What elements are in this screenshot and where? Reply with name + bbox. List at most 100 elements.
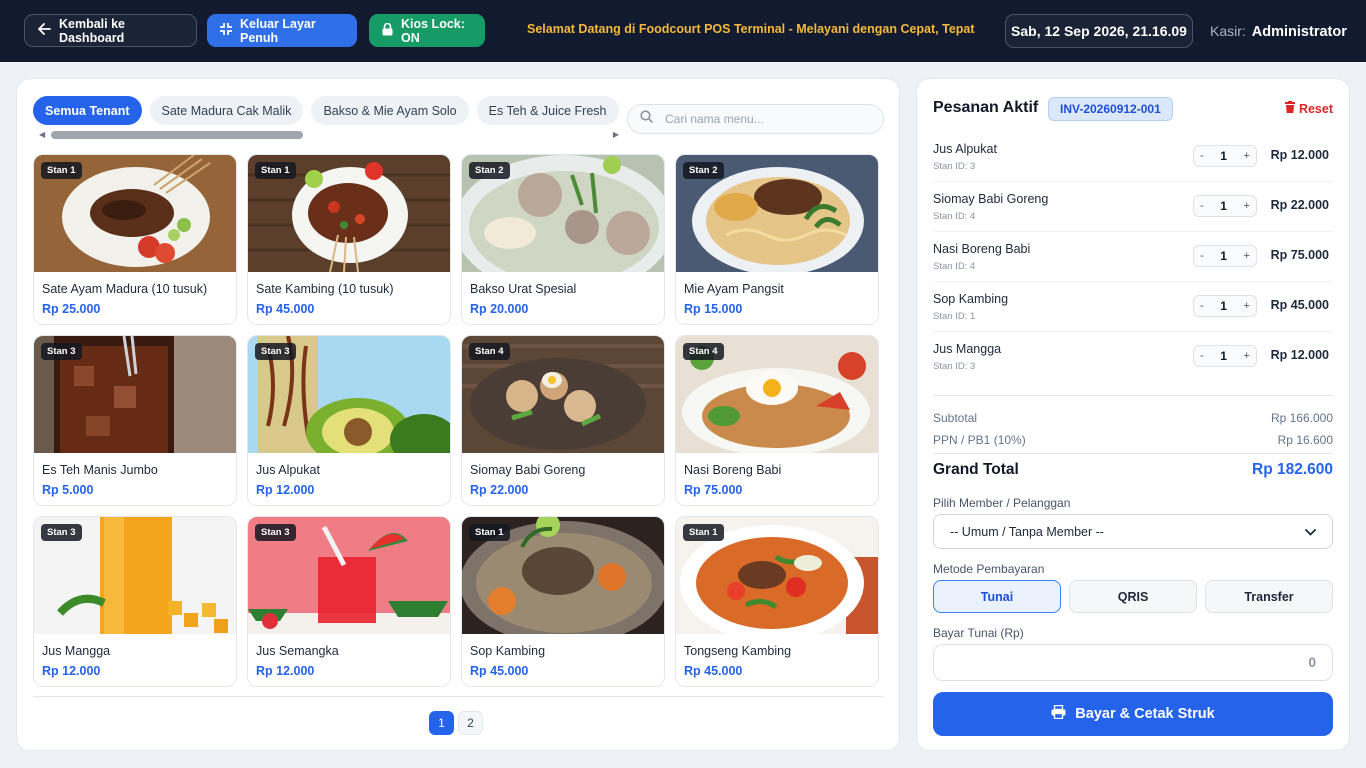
menu-item-name: Sate Kambing (10 tusuk) bbox=[256, 282, 394, 296]
scroll-right-arrow-icon[interactable]: ▶ bbox=[613, 130, 619, 139]
quantity-stepper: - 1 + bbox=[1193, 145, 1257, 167]
menu-item-price: Rp 12.000 bbox=[256, 483, 315, 497]
page-button-2[interactable]: 2 bbox=[458, 711, 483, 735]
food-photo-bakso: Stan 2 bbox=[462, 155, 664, 272]
menu-item-name: Sop Kambing bbox=[470, 644, 546, 658]
stall-badge: Stan 1 bbox=[469, 524, 510, 541]
top-bar: Kembali ke Dashboard Keluar Layar Penuh … bbox=[0, 0, 1366, 62]
decrease-button[interactable]: - bbox=[1200, 250, 1204, 262]
quantity-value: 1 bbox=[1220, 249, 1227, 263]
method-transfer-button[interactable]: Transfer bbox=[1205, 580, 1333, 613]
food-photo-sate-ayam: Stan 1 bbox=[34, 155, 236, 272]
menu-card[interactable]: Stan 4 Nasi Boreng Babi Rp 75.000 bbox=[675, 335, 879, 506]
member-select[interactable]: -- Umum / Tanpa Member -- bbox=[933, 514, 1333, 549]
food-photo-jus-semangka: Stan 3 bbox=[248, 517, 450, 634]
menu-item-name: Es Teh Manis Jumbo bbox=[42, 463, 158, 477]
scrollbar-thumb[interactable] bbox=[51, 131, 303, 139]
pay-print-button[interactable]: Bayar & Cetak Struk bbox=[933, 692, 1333, 736]
tab-sate-madura[interactable]: Sate Madura Cak Malik bbox=[149, 96, 304, 125]
order-item: Sop Kambing Stan ID: 1 - 1 + Rp 45.000 bbox=[933, 282, 1333, 332]
back-to-dashboard-button[interactable]: Kembali ke Dashboard bbox=[24, 14, 197, 47]
reset-label: Reset bbox=[1298, 101, 1333, 116]
reset-button[interactable]: Reset bbox=[1284, 101, 1333, 116]
grand-total-row: Grand Total Rp 182.600 bbox=[933, 461, 1333, 479]
menu-card[interactable]: Stan 3 Jus Mangga Rp 12.000 bbox=[33, 516, 237, 687]
stall-badge: Stan 1 bbox=[683, 524, 724, 541]
menu-search[interactable] bbox=[627, 104, 884, 134]
cash-input[interactable]: 0 bbox=[933, 644, 1333, 681]
quantity-stepper: - 1 + bbox=[1193, 195, 1257, 217]
stall-badge: Stan 2 bbox=[683, 162, 724, 179]
menu-card[interactable]: Stan 1 Tongseng Kambing Rp 45.000 bbox=[675, 516, 879, 687]
menu-item-name: Sate Ayam Madura (10 tusuk) bbox=[42, 282, 208, 296]
payment-methods: Tunai QRIS Transfer bbox=[933, 580, 1333, 613]
increase-button[interactable]: + bbox=[1244, 150, 1250, 162]
menu-card[interactable]: Stan 3 Jus Alpukat Rp 12.000 bbox=[247, 335, 451, 506]
menu-item-name: Nasi Boreng Babi bbox=[684, 463, 782, 477]
food-photo-sop-kambing: Stan 1 bbox=[462, 517, 664, 634]
order-item-price: Rp 75.000 bbox=[1270, 248, 1329, 262]
arrow-left-icon bbox=[38, 23, 51, 38]
menu-item-name: Siomay Babi Goreng bbox=[470, 463, 586, 477]
order-item-price: Rp 12.000 bbox=[1270, 348, 1329, 362]
order-item-stall: Stan ID: 3 bbox=[933, 161, 976, 172]
exit-fullscreen-label: Keluar Layar Penuh bbox=[240, 16, 316, 45]
kiosk-lock-button[interactable]: Kios Lock: ON bbox=[369, 14, 485, 47]
quantity-value: 1 bbox=[1220, 299, 1227, 313]
tax-row: PPN / PB1 (10%) Rp 16.600 bbox=[933, 433, 1333, 447]
quantity-stepper: - 1 + bbox=[1193, 345, 1257, 367]
welcome-marquee: Selamat Datang di Foodcourt POS Terminal… bbox=[527, 22, 975, 36]
menu-card[interactable]: Stan 2 Bakso Urat Spesial Rp 20.000 bbox=[461, 154, 665, 325]
order-item: Jus Alpukat Stan ID: 3 - 1 + Rp 12.000 bbox=[933, 132, 1333, 182]
increase-button[interactable]: + bbox=[1244, 250, 1250, 262]
menu-panel: Semua Tenant Sate Madura Cak Malik Bakso… bbox=[16, 78, 900, 751]
chevron-down-icon bbox=[1305, 525, 1316, 539]
increase-button[interactable]: + bbox=[1244, 200, 1250, 212]
menu-card[interactable]: Stan 1 Sate Ayam Madura (10 tusuk) Rp 25… bbox=[33, 154, 237, 325]
tab-es-teh-juice[interactable]: Es Teh & Juice Fresh bbox=[476, 96, 619, 125]
menu-card[interactable]: Stan 1 Sop Kambing Rp 45.000 bbox=[461, 516, 665, 687]
increase-button[interactable]: + bbox=[1244, 350, 1250, 362]
scroll-left-arrow-icon[interactable]: ◀ bbox=[39, 130, 45, 139]
menu-item-price: Rp 75.000 bbox=[684, 483, 743, 497]
trash-icon bbox=[1284, 101, 1295, 116]
menu-card[interactable]: Stan 1 Sate Kambing (10 tusuk) Rp 45.000 bbox=[247, 154, 451, 325]
menu-card[interactable]: Stan 4 Siomay Babi Goreng Rp 22.000 bbox=[461, 335, 665, 506]
menu-item-name: Bakso Urat Spesial bbox=[470, 282, 577, 296]
tabs-scrollbar[interactable]: ◀ ▶ bbox=[33, 129, 619, 139]
invoice-badge: INV-20260912-001 bbox=[1048, 97, 1173, 121]
order-item-price: Rp 22.000 bbox=[1270, 198, 1329, 212]
grand-total-value: Rp 182.600 bbox=[1252, 461, 1333, 478]
menu-card[interactable]: Stan 3 Es Teh Manis Jumbo Rp 5.000 bbox=[33, 335, 237, 506]
stall-badge: Stan 1 bbox=[41, 162, 82, 179]
order-item-price: Rp 45.000 bbox=[1270, 298, 1329, 312]
menu-card[interactable]: Stan 3 Jus Semangka Rp 12.000 bbox=[247, 516, 451, 687]
menu-item-price: Rp 45.000 bbox=[684, 664, 743, 678]
food-photo-jus-mangga: Stan 3 bbox=[34, 517, 236, 634]
increase-button[interactable]: + bbox=[1244, 300, 1250, 312]
method-qris-button[interactable]: QRIS bbox=[1069, 580, 1197, 613]
order-item-stall: Stan ID: 4 bbox=[933, 261, 976, 272]
menu-item-price: Rp 12.000 bbox=[42, 664, 101, 678]
stall-badge: Stan 4 bbox=[469, 343, 510, 360]
search-input[interactable] bbox=[665, 112, 865, 126]
tenant-tabs: Semua Tenant Sate Madura Cak Malik Bakso… bbox=[33, 96, 619, 141]
decrease-button[interactable]: - bbox=[1200, 150, 1204, 162]
menu-card[interactable]: Stan 2 Mie Ayam Pangsit Rp 15.000 bbox=[675, 154, 879, 325]
cashier-info: Kasir: Administrator bbox=[1210, 23, 1347, 40]
quantity-stepper: - 1 + bbox=[1193, 295, 1257, 317]
order-item-stall: Stan ID: 3 bbox=[933, 361, 976, 372]
printer-icon bbox=[1051, 704, 1066, 723]
tab-bakso-mie-ayam[interactable]: Bakso & Mie Ayam Solo bbox=[311, 96, 469, 125]
tab-all-tenants[interactable]: Semua Tenant bbox=[33, 96, 142, 125]
food-photo-es-teh: Stan 3 bbox=[34, 336, 236, 453]
page-button-1[interactable]: 1 bbox=[429, 711, 454, 735]
menu-item-price: Rp 20.000 bbox=[470, 302, 529, 316]
menu-item-price: Rp 45.000 bbox=[256, 302, 315, 316]
decrease-button[interactable]: - bbox=[1200, 200, 1204, 212]
exit-fullscreen-button[interactable]: Keluar Layar Penuh bbox=[207, 14, 357, 47]
cashier-name: Administrator bbox=[1251, 24, 1347, 40]
decrease-button[interactable]: - bbox=[1200, 350, 1204, 362]
method-cash-button[interactable]: Tunai bbox=[933, 580, 1061, 613]
decrease-button[interactable]: - bbox=[1200, 300, 1204, 312]
